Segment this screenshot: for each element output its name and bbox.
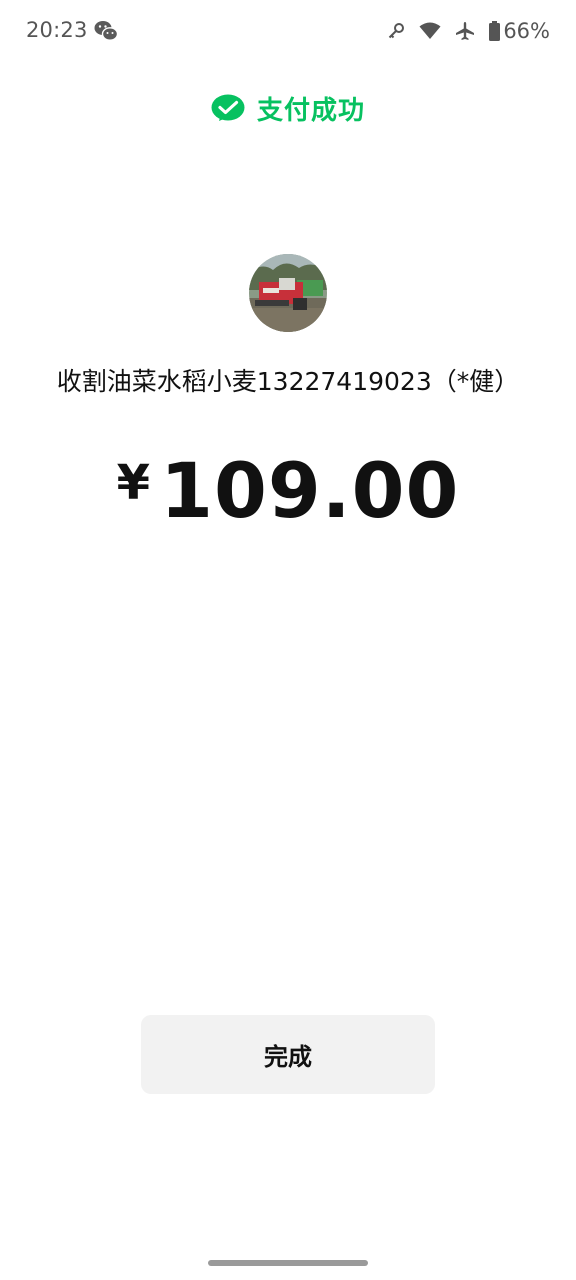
status-icons: 66% xyxy=(387,18,550,44)
status-bar: 20:23 66% xyxy=(0,0,576,64)
merchant-name: 收割油菜水稻小麦13227419023（*健） xyxy=(56,367,520,396)
payment-success-header: 支付成功 xyxy=(0,90,576,127)
amount-value: 109.00 xyxy=(160,446,460,535)
merchant-avatar xyxy=(249,254,327,332)
payment-status-text: 支付成功 xyxy=(256,96,365,126)
battery-icon xyxy=(489,21,501,41)
airplane-icon xyxy=(456,22,475,40)
wechat-icon xyxy=(94,21,118,41)
battery-percent: 66% xyxy=(503,19,550,43)
wifi-icon xyxy=(419,22,441,39)
battery-indicator: 66% xyxy=(489,19,550,43)
payment-amount: ¥109.00 xyxy=(0,446,576,535)
wechat-pay-icon xyxy=(211,94,245,121)
currency-symbol: ¥ xyxy=(116,455,151,511)
payment-success-screen: 20:23 66% 支付成功 收割油菜水稻小麦13227419023（*健） ¥… xyxy=(0,0,576,1280)
key-icon xyxy=(389,23,405,39)
status-time: 20:23 xyxy=(26,18,88,42)
home-indicator[interactable] xyxy=(208,1260,368,1266)
done-button[interactable]: 完成 xyxy=(141,1015,435,1094)
